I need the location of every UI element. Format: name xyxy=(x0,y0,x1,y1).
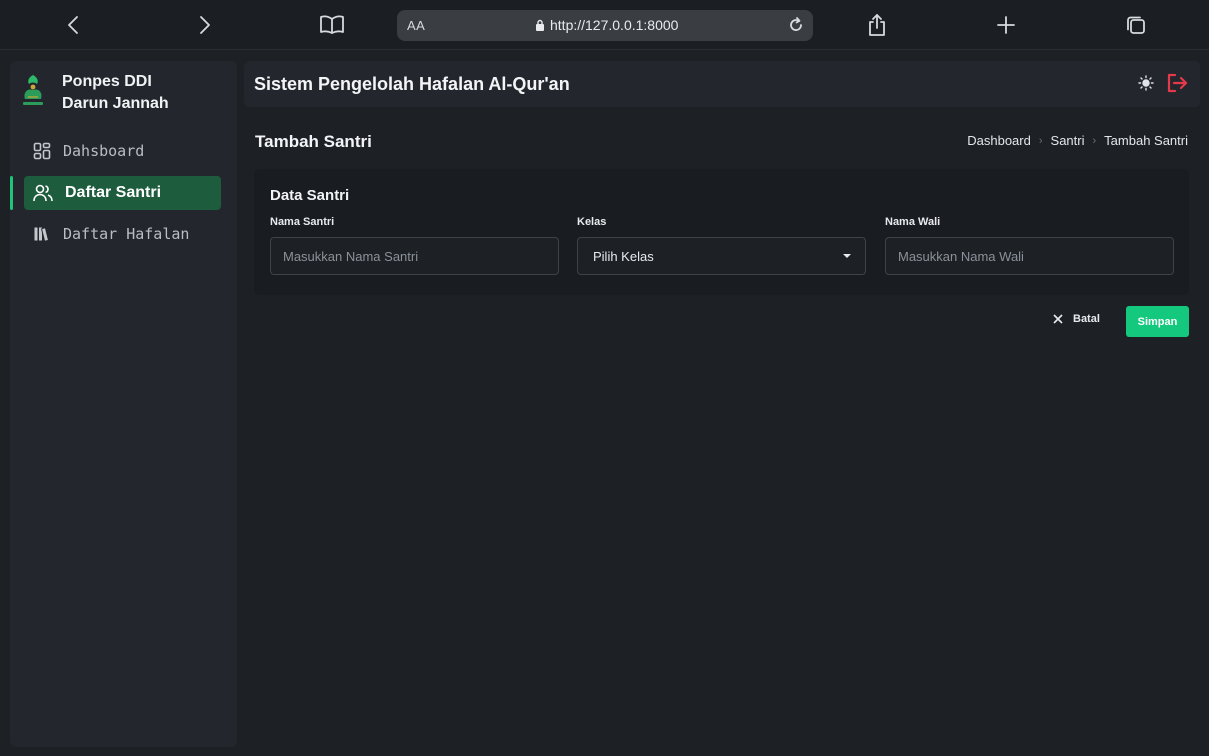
tabs-button[interactable] xyxy=(1120,9,1152,41)
form-card: Data Santri Nama Santri Kelas Pilih Kela… xyxy=(254,169,1189,295)
sidebar: Ponpes DDI Darun Jannah Dahsboard Daftar… xyxy=(10,61,237,747)
back-button[interactable] xyxy=(58,9,90,41)
close-icon xyxy=(1053,314,1063,324)
field-nama-wali: Nama Wali xyxy=(885,216,1174,275)
chevron-right-icon: › xyxy=(1092,134,1097,147)
sidebar-item-label: Daftar Hafalan xyxy=(63,225,190,243)
tabs-icon xyxy=(1127,16,1145,34)
card-title: Data Santri xyxy=(270,187,350,204)
url-text: http://127.0.0.1:8000 xyxy=(550,17,679,33)
sidebar-item-label: Dahsboard xyxy=(63,142,145,160)
field-kelas: Kelas Pilih Kelas xyxy=(577,216,866,275)
plus-icon xyxy=(997,16,1015,34)
share-button[interactable] xyxy=(861,9,893,41)
kelas-select[interactable]: Pilih Kelas xyxy=(577,237,866,275)
kelas-label: Kelas xyxy=(577,216,607,228)
address-bar[interactable]: AA http://127.0.0.1:8000 xyxy=(397,10,813,41)
books-icon xyxy=(33,226,49,242)
cancel-button[interactable]: Batal xyxy=(1053,313,1100,325)
page-title: Tambah Santri xyxy=(255,132,372,151)
url-display[interactable]: http://127.0.0.1:8000 xyxy=(535,17,678,33)
sidebar-item-daftar-santri[interactable]: Daftar Santri xyxy=(24,176,221,210)
kelas-selected-value: Pilih Kelas xyxy=(593,248,654,264)
logout-icon xyxy=(1167,73,1188,93)
browser-toolbar: AA http://127.0.0.1:8000 xyxy=(0,0,1209,50)
nama-wali-label: Nama Wali xyxy=(885,216,941,228)
chevron-left-icon xyxy=(68,16,78,34)
sidebar-item-dashboard[interactable]: Dahsboard xyxy=(24,134,221,168)
breadcrumb-dashboard[interactable]: Dashboard xyxy=(967,133,1031,148)
app-title: Sistem Pengelolah Hafalan Al-Qur'an xyxy=(254,74,570,94)
reload-icon xyxy=(790,17,802,31)
book-icon xyxy=(320,15,344,34)
dashboard-grid-icon xyxy=(33,142,51,160)
sun-icon xyxy=(1138,75,1154,91)
forward-button[interactable] xyxy=(188,9,220,41)
text-size-button[interactable]: AA xyxy=(407,18,425,33)
ddi-logo-icon xyxy=(23,75,43,105)
breadcrumb-santri[interactable]: Santri xyxy=(1051,133,1085,148)
share-icon xyxy=(869,14,885,36)
users-icon xyxy=(33,184,53,202)
logout-button[interactable] xyxy=(1166,73,1188,98)
brand-name: Ponpes DDI Darun Jannah xyxy=(62,73,169,112)
field-nama-santri: Nama Santri xyxy=(270,216,559,275)
nama-wali-input[interactable] xyxy=(885,237,1174,275)
theme-toggle-button[interactable] xyxy=(1138,75,1154,96)
breadcrumb-current: Tambah Santri xyxy=(1104,133,1188,148)
chevron-right-icon xyxy=(200,16,210,34)
reload-button[interactable] xyxy=(785,14,807,36)
chevron-right-icon: › xyxy=(1038,134,1043,147)
save-button[interactable]: Simpan xyxy=(1126,306,1189,337)
new-tab-button[interactable] xyxy=(990,9,1022,41)
sidebar-item-daftar-hafalan[interactable]: Daftar Hafalan xyxy=(24,217,221,251)
nama-santri-label: Nama Santri xyxy=(270,216,335,228)
caret-down-icon xyxy=(843,254,851,258)
reader-button[interactable] xyxy=(316,9,348,41)
app-header: Sistem Pengelolah Hafalan Al-Qur'an xyxy=(244,61,1200,107)
active-indicator xyxy=(10,176,13,210)
brand[interactable]: Ponpes DDI Darun Jannah xyxy=(20,71,192,115)
nama-santri-input[interactable] xyxy=(270,237,559,275)
breadcrumb: Dashboard › Santri › Tambah Santri xyxy=(967,133,1188,148)
sidebar-item-label: Daftar Santri xyxy=(65,184,162,201)
cancel-label: Batal xyxy=(1073,313,1100,325)
lock-icon xyxy=(536,19,544,31)
